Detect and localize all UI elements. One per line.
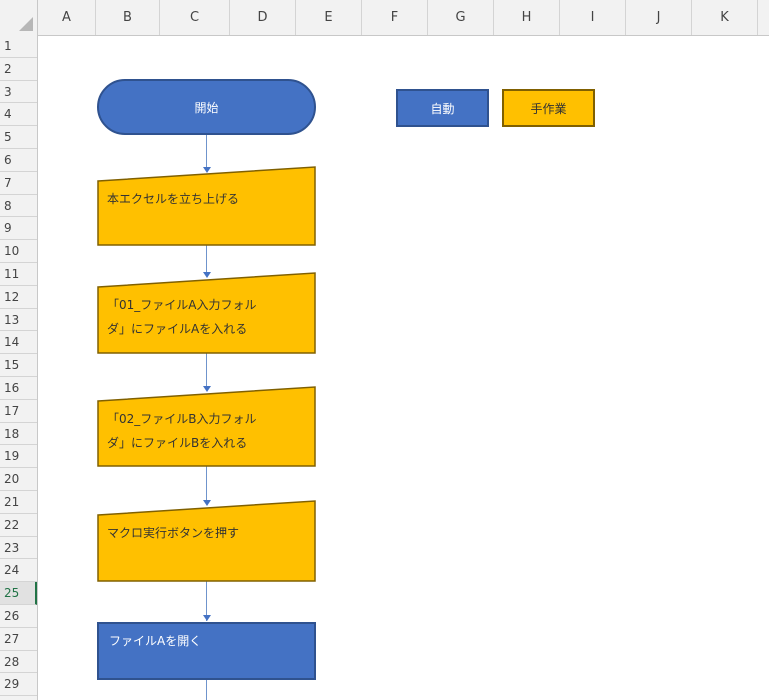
row-header-13[interactable]: 13 <box>0 309 37 332</box>
column-header-g[interactable]: G <box>428 0 494 35</box>
row-header-27[interactable]: 27 <box>0 628 37 651</box>
row-header-12[interactable]: 12 <box>0 286 37 309</box>
row-header-17[interactable]: 17 <box>0 400 37 423</box>
row-header-9[interactable]: 9 <box>0 217 37 241</box>
row-header-4[interactable]: 4 <box>0 103 37 127</box>
flow-start-label: 開始 <box>194 100 219 115</box>
flow-step-label: マクロ実行ボタンを押す <box>107 526 240 540</box>
column-header-h[interactable]: H <box>494 0 560 35</box>
flow-step-label-line1: 「01_ファイルA入力フォル <box>107 298 257 312</box>
row-header-16[interactable]: 16 <box>0 377 37 400</box>
row-header-22[interactable]: 22 <box>0 514 37 537</box>
row-header-1[interactable]: 1 <box>0 35 37 58</box>
column-header-a[interactable]: A <box>38 0 96 35</box>
column-header-b[interactable]: B <box>96 0 160 35</box>
row-header-19[interactable]: 19 <box>0 445 37 469</box>
flow-step-label-line2: ダ」にファイルBを入れる <box>107 436 248 450</box>
legend-auto-label: 自動 <box>430 101 455 116</box>
row-header-15[interactable]: 15 <box>0 354 37 377</box>
row-header-10[interactable]: 10 <box>0 240 37 263</box>
column-header-f[interactable]: F <box>362 0 428 35</box>
arrow-down-icon <box>203 615 211 621</box>
column-header-c[interactable]: C <box>160 0 230 35</box>
legend-manual-box[interactable]: 手作業 <box>502 89 595 127</box>
row-header-3[interactable]: 3 <box>0 81 37 104</box>
connector-line <box>206 135 207 167</box>
column-header-j[interactable]: J <box>626 0 692 35</box>
row-header-18[interactable]: 18 <box>0 423 37 446</box>
flow-step-label-line1: 「02_ファイルB入力フォル <box>107 412 257 426</box>
flow-step-press-macro-button[interactable]: マクロ実行ボタンを押す <box>97 500 316 582</box>
connector-line <box>206 245 207 273</box>
row-header-24[interactable]: 24 <box>0 559 37 583</box>
column-header-k[interactable]: K <box>692 0 758 35</box>
connector-line <box>206 680 207 700</box>
row-header-6[interactable]: 6 <box>0 149 37 172</box>
flow-step-put-file-b[interactable]: 「02_ファイルB入力フォル ダ」にファイルBを入れる <box>97 386 316 467</box>
select-all-corner[interactable] <box>0 0 38 35</box>
row-header-20[interactable]: 20 <box>0 468 37 491</box>
row-header-7[interactable]: 7 <box>0 172 37 195</box>
legend-manual-label: 手作業 <box>530 101 567 116</box>
row-header-21[interactable]: 21 <box>0 491 37 514</box>
legend-auto-box[interactable]: 自動 <box>396 89 489 127</box>
column-header-e[interactable]: E <box>296 0 362 35</box>
row-header-25[interactable]: 25 <box>0 582 37 605</box>
column-header-d[interactable]: D <box>230 0 296 35</box>
connector-line <box>206 353 207 387</box>
select-all-triangle-icon <box>19 17 33 31</box>
row-header-14[interactable]: 14 <box>0 331 37 355</box>
row-header-2[interactable]: 2 <box>0 58 37 81</box>
row-header-8[interactable]: 8 <box>0 195 37 218</box>
row-header-29[interactable]: 29 <box>0 673 37 697</box>
flow-step-put-file-a[interactable]: 「01_ファイルA入力フォル ダ」にファイルAを入れる <box>97 272 316 354</box>
flow-start-terminator[interactable]: 開始 <box>97 79 316 135</box>
row-header-28[interactable]: 28 <box>0 651 37 674</box>
flow-step-label-line2: ダ」にファイルAを入れる <box>107 322 248 336</box>
flow-step-open-excel[interactable]: 本エクセルを立ち上げる <box>97 166 316 246</box>
row-header-23[interactable]: 23 <box>0 537 37 560</box>
flow-step-label: ファイルAを開く <box>109 634 202 648</box>
row-header-26[interactable]: 26 <box>0 605 37 628</box>
column-header-i[interactable]: I <box>560 0 626 35</box>
row-header-5[interactable]: 5 <box>0 126 37 149</box>
flow-step-open-file-a[interactable]: ファイルAを開く <box>97 622 316 680</box>
flow-step-label: 本エクセルを立ち上げる <box>107 192 240 206</box>
column-header-bar: A B C D E F G H I J K <box>0 0 769 36</box>
row-header-bar: 1 2 3 4 5 6 7 8 9 10 11 12 13 14 15 16 17 18 19 20 21 22 23 24 2… <box>0 35 38 700</box>
row-header-11[interactable]: 11 <box>0 263 37 286</box>
connector-line <box>206 466 207 501</box>
